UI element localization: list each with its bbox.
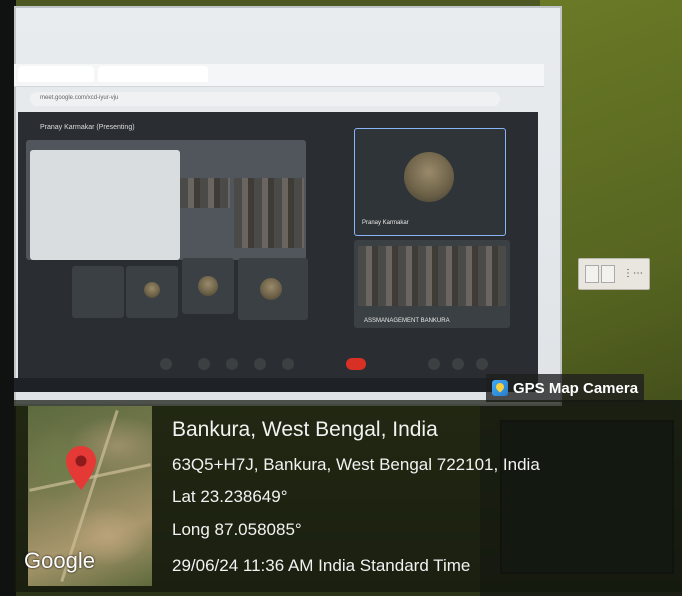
address-bar: meet.google.com/xcd-iyur-vju (30, 92, 500, 106)
gps-map-camera-icon (492, 380, 508, 396)
participant-avatar (144, 282, 160, 298)
shared-screen-content (30, 150, 180, 260)
camera-icon (198, 358, 210, 370)
end-call-icon (346, 358, 366, 370)
hand-icon (282, 358, 294, 370)
address-line: 63Q5+H7J, Bankura, West Bengal 722101, I… (172, 455, 540, 474)
map-pin-icon (66, 446, 96, 490)
browser-tab (98, 66, 208, 82)
taskbar (14, 378, 494, 392)
speaker-avatar (404, 152, 454, 202)
timestamp-line: 29/06/24 11:36 AM India Standard Time (172, 556, 471, 575)
badge-label: GPS Map Camera (513, 379, 639, 397)
participant-tile (72, 266, 124, 318)
wall-socket: ⋮⋯ (578, 258, 650, 290)
info-icon (428, 358, 440, 370)
chat-icon (476, 358, 488, 370)
captions-icon (226, 358, 238, 370)
participant-avatar (198, 276, 218, 296)
gps-map-camera-badge: GPS Map Camera (486, 374, 645, 402)
participant-crowd (180, 178, 230, 208)
browser-tab (18, 66, 94, 82)
place-name: Bankura, West Bengal, India (172, 418, 438, 441)
socket-switch (601, 265, 615, 283)
google-logo: Google (24, 548, 95, 573)
socket-switch (585, 265, 599, 283)
mic-icon (160, 358, 172, 370)
people-icon (452, 358, 464, 370)
speaker-name: Pranay Karmakar (362, 220, 409, 226)
room-crowd (358, 246, 506, 306)
socket-holes: ⋮⋯ (623, 268, 643, 279)
participant-avatar (260, 278, 282, 300)
room-label: ASSMANAGEMENT BANKURA (364, 318, 450, 324)
longitude-line: Long 87.058085° (172, 520, 302, 539)
latitude-line: Lat 23.238649° (172, 487, 288, 506)
meeting-owner-label: Pranay Karmakar (Presenting) (40, 124, 135, 131)
participant-crowd (234, 178, 304, 248)
present-icon (254, 358, 266, 370)
